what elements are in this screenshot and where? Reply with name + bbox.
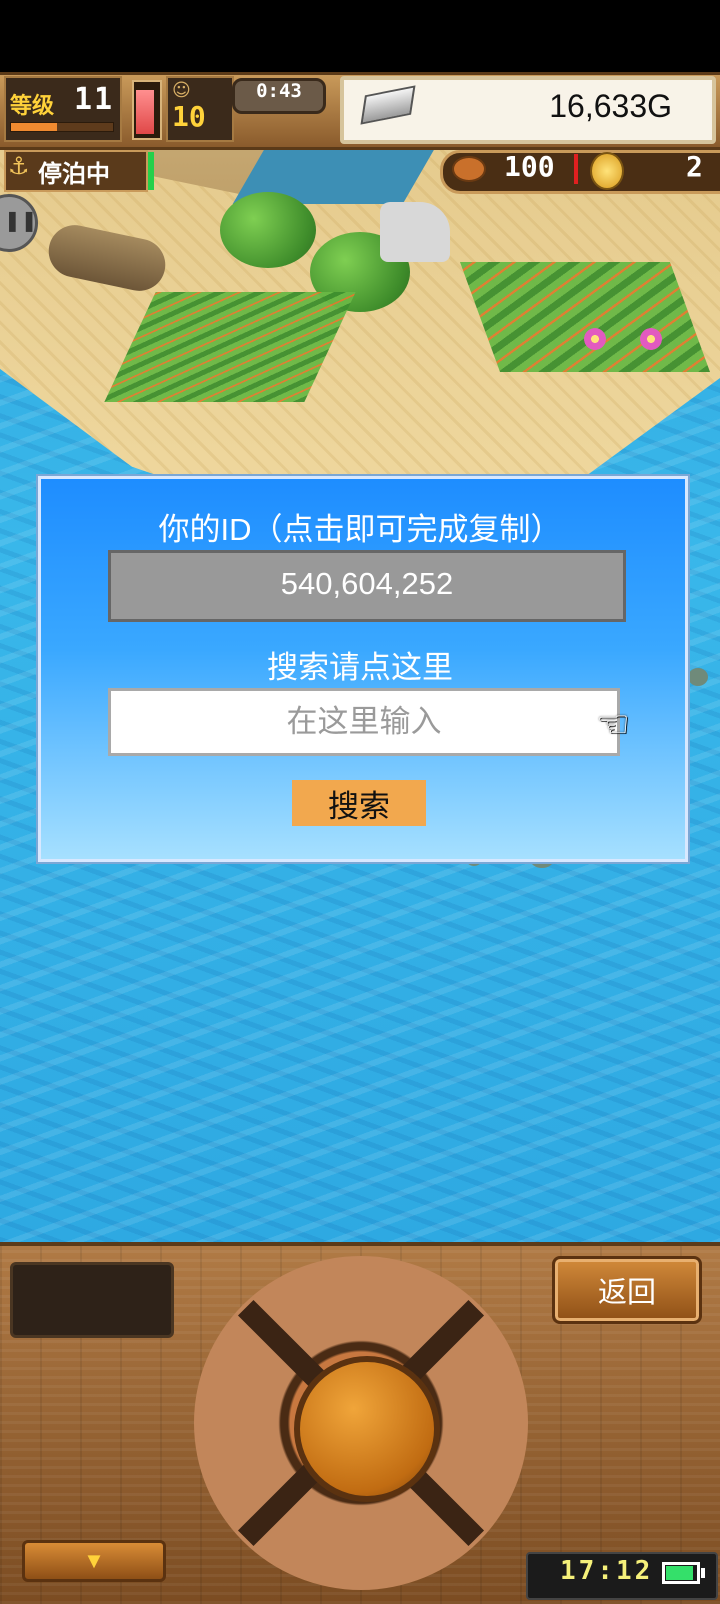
food-icon [452,156,486,182]
id-value[interactable]: 540,604,252 [108,566,626,602]
level-label: 等级 [10,94,55,119]
anchor-status-indicator [148,152,154,190]
pointing-hand-icon: ☜ [596,702,631,746]
flower [640,328,662,350]
bush [220,192,316,268]
clock-text: 17:12 [560,1556,654,1586]
id-label: 你的ID（点击即可完成复制） [158,512,562,547]
level-xp-fill [11,123,57,131]
coin-value: 2 [686,150,703,183]
level-value: 11 [74,82,115,117]
battery-tip [701,1568,705,1578]
timer-text: 0:43 [256,80,302,102]
person-icon: ☺ [172,80,191,101]
crop-field [459,262,711,372]
flower [584,328,606,350]
anchor-status-label: 停泊中 [38,160,110,188]
search-input[interactable] [108,688,620,756]
empty-display-slot [10,1262,174,1338]
search-label: 搜索请点这里 [267,650,453,685]
wheel-center-button[interactable] [294,1356,440,1502]
anchor-icon: ⚓ [8,152,30,180]
coin-icon [590,152,624,190]
rock [688,668,708,686]
battery-fill [666,1566,693,1580]
pause-icon: ❚❚ [4,208,38,232]
stat-value: 10 [172,100,206,133]
back-button[interactable]: 返回 [552,1256,702,1324]
food-divider [574,154,578,184]
chevron-down-icon: ▼ [83,1548,105,1573]
search-button[interactable]: 搜索 [292,780,426,826]
statue [380,202,450,262]
stamina-fill [136,90,154,134]
food-value: 100 [504,150,555,183]
money-value: 16,633G [549,88,672,124]
expand-button[interactable]: ▼ [22,1540,166,1582]
